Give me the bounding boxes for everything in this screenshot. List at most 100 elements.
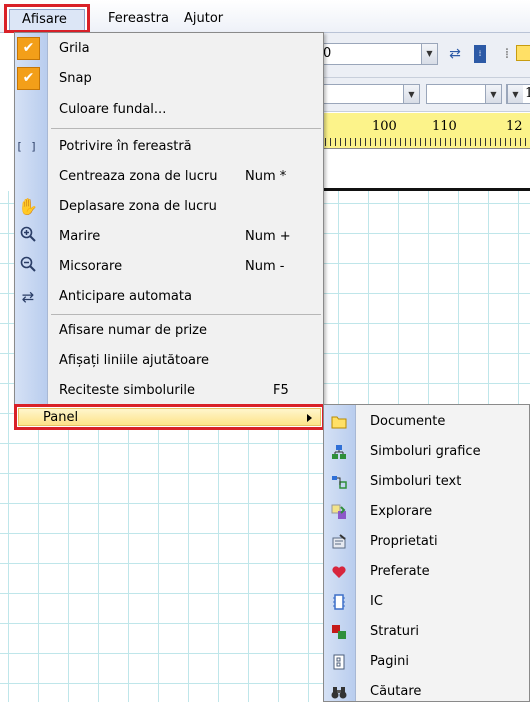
submenu-item-simboluri-grafice[interactable]: Simboluri grafice: [324, 437, 529, 467]
graphic-symbols-icon: [332, 445, 346, 459]
submenu-item-label: Căutare: [370, 684, 422, 699]
zoom-combo[interactable]: 0 ▼: [310, 43, 438, 65]
submenu-item-pagini[interactable]: Pagini: [324, 647, 529, 677]
menu-afisare[interactable]: Afisare: [4, 4, 90, 33]
menu-fereastra[interactable]: Fereastra: [108, 9, 169, 29]
ic-chip-icon: [333, 594, 345, 610]
menu-ajutor[interactable]: Ajutor: [184, 9, 223, 29]
menu-item-linii-ajutatoare[interactable]: Afișați liniile ajutătoare: [15, 346, 323, 375]
zoom-out-icon: [17, 256, 39, 278]
submenu-item-documente[interactable]: Documente: [324, 407, 529, 437]
submenu-item-label: Explorare: [370, 504, 433, 519]
panel-submenu: Documente Simboluri grafice Simboluri te…: [323, 404, 530, 702]
menu-separator: [51, 128, 321, 129]
submenu-item-preferate[interactable]: Preferate: [324, 557, 529, 587]
scroll-toggle-icon[interactable]: ⁞: [474, 45, 486, 63]
submenu-item-explorare[interactable]: Explorare: [324, 497, 529, 527]
toolbar-top: 0 ▼ ⇄ ⁞ ⁞: [310, 33, 530, 78]
menu-item-micsorare[interactable]: Micsorare Num -: [15, 252, 323, 281]
menu-item-potrivire[interactable]: [ ] Potrivire în fereastră: [15, 132, 323, 161]
chevron-down-icon[interactable]: ▼: [403, 85, 419, 103]
font-combo[interactable]: ▼: [310, 84, 420, 104]
menu-item-marire[interactable]: Marire Num +: [15, 222, 323, 251]
toolbar-format: ▼ ▼ ▼ 1: [310, 78, 530, 112]
menu-item-label: Afisare numar de prize: [59, 323, 208, 338]
menu-item-shortcut: Num -: [245, 259, 285, 274]
menu-item-label: Centreaza zona de lucru: [59, 169, 218, 184]
checkmark-icon: ✔: [17, 67, 40, 90]
submenu-item-proprietati[interactable]: Proprietati: [324, 527, 529, 557]
menu-item-reciteste[interactable]: Reciteste simbolurile F5: [15, 376, 323, 405]
menu-item-label: Afișați liniile ajutătoare: [59, 353, 210, 368]
submenu-item-label: Documente: [370, 414, 446, 429]
submenu-item-label: Straturi: [370, 624, 419, 639]
menu-item-shortcut: Num *: [245, 169, 287, 184]
ruler-label: 110: [432, 119, 457, 134]
menu-item-label: Panel: [43, 410, 79, 425]
submenu-item-label: Simboluri text: [370, 474, 462, 489]
ruler-label: 100: [372, 119, 397, 134]
divider-dots-icon: ⁞: [504, 46, 510, 62]
folder-icon: [331, 416, 347, 429]
afisare-dropdown: ✔ Grila ✔ Snap Culoare fundal... [ ] Pot…: [14, 32, 324, 406]
menu-item-culoare-fundal[interactable]: Culoare fundal...: [15, 95, 323, 124]
menu-item-shortcut: Num +: [245, 229, 291, 244]
menu-item-label: Snap: [59, 71, 92, 86]
submenu-item-cautare[interactable]: Căutare: [324, 677, 529, 702]
chevron-down-icon[interactable]: ▼: [421, 44, 437, 64]
horizontal-ruler: 0 100 110 12: [310, 113, 530, 149]
ruler-ticks: [310, 138, 530, 146]
chevron-down-icon[interactable]: ▼: [485, 85, 501, 103]
zoom-combo-value: 0: [323, 46, 332, 61]
folder-icon[interactable]: [516, 45, 530, 61]
menu-item-shortcut: F5: [273, 383, 289, 398]
menu-item-afisare-prize[interactable]: Afisare numar de prize: [15, 316, 323, 345]
submenu-item-label: Proprietati: [370, 534, 438, 549]
menu-afisare-label: Afisare: [9, 9, 85, 30]
page-margin: [310, 150, 530, 188]
menu-item-label: Potrivire în fereastră: [59, 139, 192, 154]
auto-routing-icon[interactable]: ⇄: [446, 45, 464, 63]
properties-icon: [332, 534, 346, 549]
submenu-item-label: Simboluri grafice: [370, 444, 481, 459]
font-size-combo[interactable]: ▼ 1: [506, 84, 530, 104]
submenu-item-label: Pagini: [370, 654, 409, 669]
pages-icon: [333, 654, 345, 670]
hand-icon: ✋: [18, 197, 38, 216]
menu-item-panel[interactable]: Panel: [14, 404, 325, 430]
fit-window-icon: [ ]: [17, 140, 39, 153]
menu-bar: Afisare Fereastra Ajutor: [0, 0, 530, 33]
binoculars-icon: [331, 687, 347, 699]
menu-item-grila[interactable]: ✔ Grila: [15, 34, 323, 63]
submenu-item-simboluri-text[interactable]: Simboluri text: [324, 467, 529, 497]
menu-item-centreaza[interactable]: Centreaza zona de lucru Num *: [15, 162, 323, 191]
menu-item-label: Reciteste simbolurile: [59, 383, 195, 398]
submenu-item-label: Preferate: [370, 564, 430, 579]
menu-item-label: Grila: [59, 41, 90, 56]
font-size-value: 1: [525, 86, 530, 101]
checkmark-icon: ✔: [17, 37, 40, 60]
explore-icon: [331, 504, 346, 519]
menu-item-label: Micsorare: [59, 259, 123, 274]
style-combo[interactable]: ▼: [426, 84, 502, 104]
menu-item-label: Marire: [59, 229, 101, 244]
menu-item-snap[interactable]: ✔ Snap: [15, 64, 323, 93]
menu-separator: [51, 314, 321, 315]
menu-item-label: Anticipare automata: [59, 289, 192, 304]
heart-icon: [332, 566, 346, 578]
submenu-item-ic[interactable]: IC: [324, 587, 529, 617]
auto-routing-icon: ⇄: [21, 288, 35, 306]
menu-item-deplasare[interactable]: ✋ Deplasare zona de lucru: [15, 192, 323, 221]
zoom-in-icon: [17, 226, 39, 248]
panel-highlight: Panel: [18, 408, 321, 426]
ruler-label: 12: [506, 119, 523, 134]
menu-item-anticipare[interactable]: ⇄ Anticipare automata: [15, 282, 323, 311]
menu-item-label: Culoare fundal...: [59, 102, 167, 117]
submenu-item-straturi[interactable]: Straturi: [324, 617, 529, 647]
menu-item-label: Deplasare zona de lucru: [59, 199, 217, 214]
submenu-arrow-icon: [307, 414, 312, 422]
layers-icon: [332, 625, 346, 639]
chevron-down-icon[interactable]: ▼: [507, 85, 523, 103]
submenu-item-label: IC: [370, 594, 383, 609]
text-symbols-icon: [332, 476, 347, 489]
